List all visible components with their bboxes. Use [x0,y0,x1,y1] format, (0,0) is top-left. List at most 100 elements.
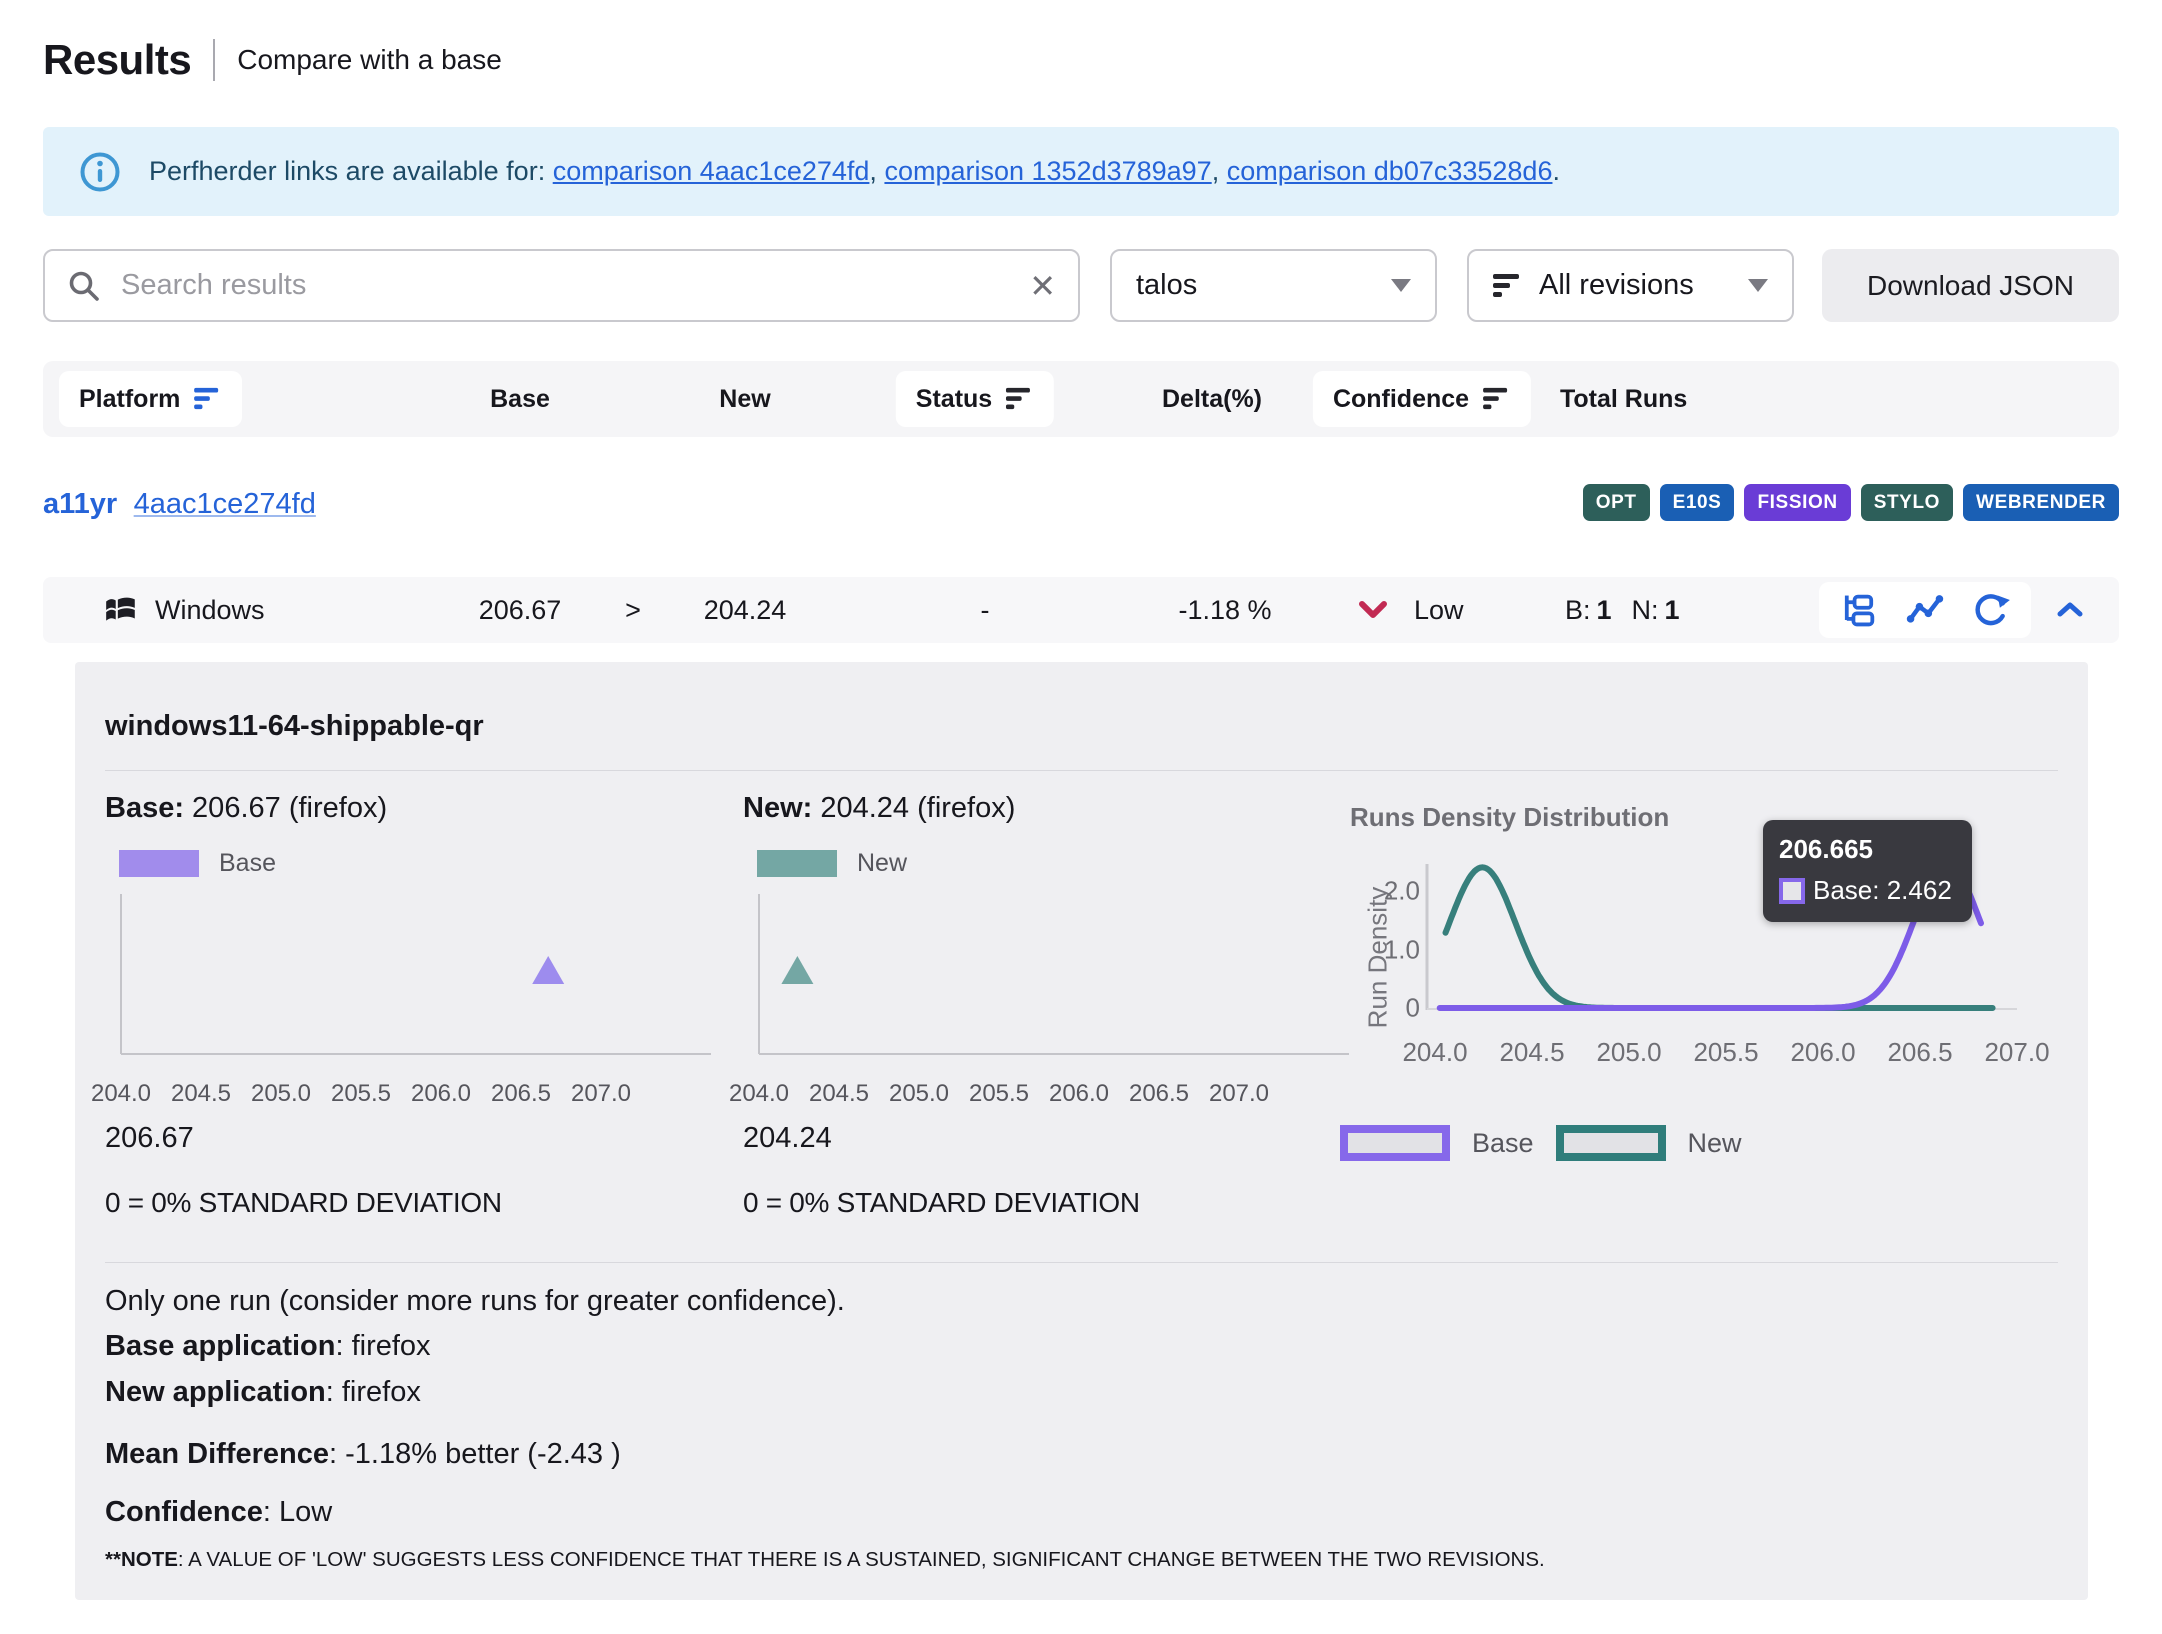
x-tick-label: 204.0 [729,1080,789,1108]
status-filter-button[interactable]: Status [896,371,1054,427]
windows-icon [103,592,139,628]
x-tick-label: 204.0 [1402,1037,1467,1068]
x-tick-label: 206.5 [1129,1080,1189,1108]
test-name-link[interactable]: a11yr [43,488,117,520]
new-runs-count: 1 [1665,595,1680,626]
graph-icon[interactable] [1905,590,1945,630]
note-text: : A VALUE OF 'LOW' SUGGESTS LESS CONFIDE… [178,1548,1545,1571]
page-title: Results [43,36,191,84]
banner-comparison-link[interactable]: comparison db07c33528d6 [1227,156,1553,186]
confidence-column-label: Confidence [1333,385,1469,414]
note-label: **NOTE [105,1548,178,1571]
x-tick-label: 207.0 [571,1080,631,1108]
page-subtitle: Compare with a base [237,44,502,76]
framework-select[interactable]: talos [1110,249,1437,322]
column-new: New [719,361,770,437]
column-platform: Platform [59,361,242,437]
confidence-line: Confidence: Low [105,1496,332,1529]
base-application-label: Base application [105,1330,335,1362]
x-tick-label: 207.0 [1984,1037,2049,1068]
base-value: 206.67 [479,577,562,643]
base-stddev: 0 = 0% STANDARD DEVIATION [105,1187,502,1219]
confidence-note: **NOTE: A VALUE OF 'LOW' SUGGESTS LESS C… [105,1548,1545,1572]
tags: OPTE10SFISSIONSTYLOWEBRENDER [1583,484,2119,521]
chart-tooltip: 206.665 Base: 2.462 [1763,820,1972,922]
column-confidence: Confidence [1313,361,1531,437]
new-application-line: New application: firefox [105,1376,421,1409]
title-divider [213,39,215,81]
x-tick-label: 204.0 [91,1080,151,1108]
new-heading-value: 204.24 (firefox) [812,792,1015,824]
retrigger-icon[interactable] [1971,590,2011,630]
new-heading: New: 204.24 (firefox) [743,792,1383,825]
confidence-filter-button[interactable]: Confidence [1313,371,1531,427]
new-number: 204.24 [743,1122,832,1155]
density-section: Runs Density Distribution Run Density 01… [1330,792,2080,1212]
search-input[interactable] [119,268,1011,303]
banner-prefix: Perfherder links are available for: [149,156,553,186]
new-legend-label: New [857,849,907,878]
banner-comparison-link[interactable]: comparison 1352d3789a97 [884,156,1211,186]
base-mini-chart [105,892,725,1072]
tooltip-value: Base: 2.462 [1813,875,1952,906]
new-mini-chart [743,892,1363,1072]
base-heading-value: 206.67 (firefox) [184,792,387,824]
y-tick-label: 0 [1406,993,1420,1024]
clear-search-icon[interactable]: ✕ [1029,270,1056,302]
subtests-icon[interactable] [1839,590,1879,630]
detail-platform-name: windows11-64-shippable-qr [105,710,484,743]
confidence-detail-label: Confidence [105,1496,263,1528]
y-tick-label: 2.0 [1384,876,1420,907]
filter-icon [1483,387,1511,411]
detail-panel: windows11-64-shippable-qr Base: 206.67 (… [75,662,2088,1600]
filter-icon [194,387,222,411]
collapse-icon[interactable] [2055,600,2085,620]
tag-e10s: E10S [1660,484,1735,521]
y-tick-label: 1.0 [1384,934,1420,965]
new-application-label: New application [105,1376,326,1408]
regression-down-icon [1358,600,1388,620]
download-json-button[interactable]: Download JSON [1822,249,2119,322]
divider [105,1262,2058,1263]
confidence-value: Low [1414,595,1464,626]
x-tick-label: 206.5 [491,1080,551,1108]
new-heading-label: New: [743,792,812,824]
banner-comparison-link[interactable]: comparison 4aac1ce274fd [553,156,870,186]
search-box: ✕ [43,249,1080,322]
x-tick-label: 206.0 [1790,1037,1855,1068]
new-value: 204.24 [704,577,787,643]
platform-filter-button[interactable]: Platform [59,371,242,427]
info-icon [79,151,121,193]
chevron-down-icon [1748,279,1768,292]
base-heading-label: Base: [105,792,184,824]
column-base: Base [490,361,550,437]
density-legend: Base New [1340,1125,1742,1161]
x-tick-label: 206.5 [1887,1037,1952,1068]
x-tick-label: 204.5 [171,1080,231,1108]
column-status: Status [896,361,1054,437]
revisions-select[interactable]: All revisions [1467,249,1794,322]
density-chart-ticks: 204.0204.5205.0205.5206.0206.5207.0 [1430,1037,2030,1067]
platform-row[interactable]: Windows 206.67 > 204.24 - -1.18 % Low B:… [43,577,2119,643]
base-legend-swatch [119,850,199,877]
tag-stylo: STYLO [1861,484,1953,521]
confidence-cell: Low [1358,577,1464,643]
x-tick-label: 205.5 [969,1080,1029,1108]
mean-difference-label: Mean Difference [105,1438,329,1470]
banner-text: Perfherder links are available for: comp… [149,156,1560,187]
base-runs-label: B: [1565,595,1591,626]
status-column-label: Status [916,385,992,414]
x-tick-label: 205.5 [331,1080,391,1108]
tag-webrender: WEBRENDER [1963,484,2119,521]
base-heading: Base: 206.67 (firefox) [105,792,745,825]
platform-label: Windows [155,595,265,626]
filter-icon [1493,273,1523,299]
test-header: a11yr 4aac1ce274fd OPTE10SFISSIONSTYLOWE… [43,488,2119,528]
controls-row: ✕ talos All revisions Download JSON [43,249,2119,322]
revision-link[interactable]: 4aac1ce274fd [134,488,316,520]
search-icon [67,269,101,303]
base-application-value: : firefox [335,1330,430,1362]
new-stddev: 0 = 0% STANDARD DEVIATION [743,1187,1140,1219]
new-chart-ticks: 204.0204.5205.0205.5206.0206.5207.0 [743,1080,1363,1110]
new-legend-swatch [757,850,837,877]
